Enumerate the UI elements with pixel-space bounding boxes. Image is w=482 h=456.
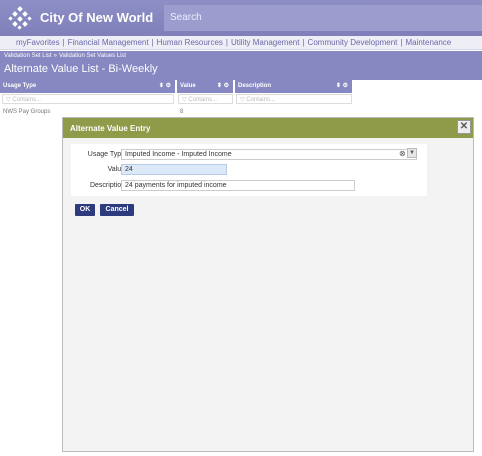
clear-selection-icon[interactable]: ⊗	[399, 149, 406, 158]
filter-icon: ▽	[6, 97, 11, 103]
filter-input-description[interactable]: ▽ Contains...	[236, 94, 352, 104]
breadcrumb-separator: »	[53, 53, 57, 59]
filter-input-value[interactable]: ▽ Contains...	[178, 94, 233, 104]
usage-type-label: Usage Type	[87, 151, 125, 158]
breadcrumb: Validation Set List» Validation Set Value…	[4, 53, 126, 59]
sort-settings-icon[interactable]: ⬍ ⚙	[159, 82, 171, 89]
filter-placeholder: Contains...	[246, 97, 275, 103]
nav-separator: |	[225, 38, 228, 47]
column-header-usage-type[interactable]: Usage Type ⬍ ⚙	[0, 80, 176, 93]
city-logo-icon	[8, 6, 32, 30]
nav-separator: |	[62, 38, 65, 47]
main-nav: myFavorites | Financial Management | Human R…	[0, 36, 482, 50]
filter-placeholder: Contains...	[12, 97, 41, 103]
value-label: Value	[107, 166, 125, 173]
filter-icon: ▽	[182, 97, 187, 103]
nav-item-community-development[interactable]: Community Development	[308, 38, 398, 47]
nav-item-maintenance[interactable]: Maintenance	[405, 38, 451, 47]
nav-item-utility-management[interactable]: Utility Management	[231, 38, 299, 47]
column-header-label: Usage Type	[3, 83, 37, 89]
description-field[interactable]: 24 payments for imputed income	[121, 180, 355, 191]
column-header-label: Value	[180, 83, 196, 89]
sort-settings-icon[interactable]: ⬍ ⚙	[336, 82, 348, 89]
nav-separator: |	[400, 38, 403, 47]
dialog-header: Alternate Value Entry ✕	[63, 118, 473, 138]
chevron-down-icon[interactable]: ▼	[407, 148, 417, 158]
filter-input-usage-type[interactable]: ▽ Contains...	[2, 94, 174, 104]
app-title: City Of New World	[40, 10, 154, 25]
nav-separator: |	[302, 38, 305, 47]
cancel-button[interactable]: Cancel	[100, 204, 134, 216]
breadcrumb-validation-set-values-list[interactable]: Validation Set Values List	[59, 53, 126, 59]
top-header: City Of New World Search	[0, 0, 482, 36]
filter-icon: ▽	[240, 97, 245, 103]
usage-type-select[interactable]: Imputed Income - Imputed Income	[121, 149, 417, 160]
column-header-label: Description	[238, 83, 272, 89]
nav-item-human-resources[interactable]: Human Resources	[157, 38, 223, 47]
nav-item-myfavorites[interactable]: myFavorites	[16, 38, 60, 47]
dialog-form: Usage Type Imputed Income - Imputed Inco…	[71, 144, 427, 196]
nav-item-financial-management[interactable]: Financial Management	[68, 38, 149, 47]
dialog-title: Alternate Value Entry	[70, 124, 151, 133]
column-header-value[interactable]: Value ⬍ ⚙	[177, 80, 234, 93]
ok-button[interactable]: OK	[75, 204, 95, 216]
sort-settings-icon[interactable]: ⬍ ⚙	[217, 82, 229, 89]
close-icon[interactable]: ✕	[457, 120, 471, 134]
page-title: Alternate Value List - Bi-Weekly	[4, 63, 158, 75]
page-header: Validation Set List» Validation Set Value…	[0, 51, 482, 80]
search-input[interactable]: Search	[164, 5, 482, 31]
breadcrumb-validation-set-list[interactable]: Validation Set List	[4, 53, 52, 59]
value-field[interactable]: 24	[121, 164, 227, 175]
description-label: Description	[89, 182, 125, 189]
alternate-value-entry-dialog: Alternate Value Entry ✕ Usage Type Imput…	[62, 117, 474, 452]
nav-separator: |	[151, 38, 154, 47]
filter-placeholder: Contains...	[188, 97, 217, 103]
column-header-description[interactable]: Description ⬍ ⚙	[235, 80, 353, 93]
